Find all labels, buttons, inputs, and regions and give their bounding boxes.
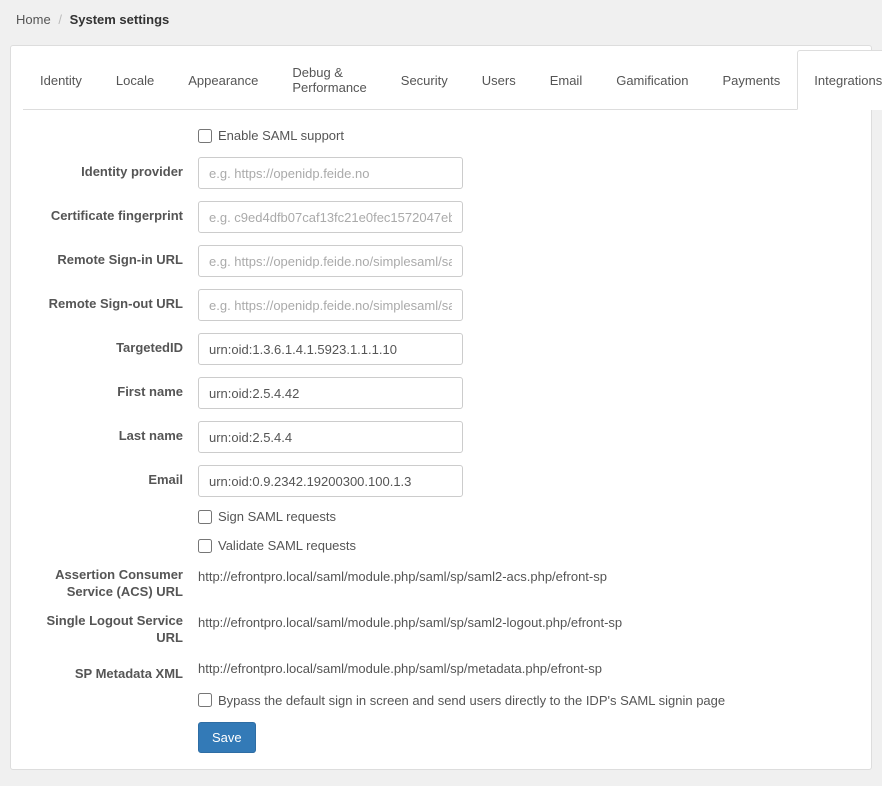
tab-payments[interactable]: Payments	[705, 50, 797, 110]
enable-saml-label: Enable SAML support	[218, 128, 344, 143]
tab-locale[interactable]: Locale	[99, 50, 171, 110]
tab-users[interactable]: Users	[465, 50, 533, 110]
breadcrumb-home[interactable]: Home	[16, 12, 51, 27]
signout-url-input[interactable]	[198, 289, 463, 321]
signin-url-input[interactable]	[198, 245, 463, 277]
sp-metadata-value: http://efrontpro.local/saml/module.php/s…	[198, 661, 602, 676]
email-input[interactable]	[198, 465, 463, 497]
acs-url-label: Assertion Consumer Service (ACS) URL	[23, 567, 198, 601]
save-button[interactable]: Save	[198, 722, 256, 753]
tabs-nav: Identity Locale Appearance Debug & Perfo…	[23, 46, 859, 110]
sign-requests-row[interactable]: Sign SAML requests	[198, 509, 859, 524]
cert-fp-input[interactable]	[198, 201, 463, 233]
cert-fp-label: Certificate fingerprint	[23, 201, 198, 223]
sign-requests-checkbox[interactable]	[198, 510, 212, 524]
tab-gamification[interactable]: Gamification	[599, 50, 705, 110]
tab-identity[interactable]: Identity	[23, 50, 99, 110]
first-name-label: First name	[23, 377, 198, 399]
tab-email[interactable]: Email	[533, 50, 600, 110]
idp-input[interactable]	[198, 157, 463, 189]
enable-saml-checkbox[interactable]	[198, 129, 212, 143]
validate-requests-row[interactable]: Validate SAML requests	[198, 538, 859, 553]
breadcrumb-sep: /	[58, 12, 62, 27]
validate-requests-checkbox[interactable]	[198, 539, 212, 553]
signout-url-label: Remote Sign-out URL	[23, 289, 198, 311]
breadcrumb: Home / System settings	[0, 0, 882, 39]
breadcrumb-current: System settings	[70, 12, 170, 27]
tab-appearance[interactable]: Appearance	[171, 50, 275, 110]
first-name-input[interactable]	[198, 377, 463, 409]
email-label: Email	[23, 465, 198, 487]
bypass-label: Bypass the default sign in screen and se…	[218, 693, 725, 708]
last-name-input[interactable]	[198, 421, 463, 453]
slo-url-value: http://efrontpro.local/saml/module.php/s…	[198, 615, 622, 630]
settings-panel: Identity Locale Appearance Debug & Perfo…	[10, 45, 872, 770]
tab-debug[interactable]: Debug & Performance	[275, 50, 383, 110]
sp-metadata-label: SP Metadata XML	[23, 659, 198, 681]
tab-security[interactable]: Security	[384, 50, 465, 110]
targeted-id-input[interactable]	[198, 333, 463, 365]
enable-saml-checkbox-row[interactable]: Enable SAML support	[198, 128, 859, 143]
bypass-row[interactable]: Bypass the default sign in screen and se…	[198, 693, 859, 708]
bypass-checkbox[interactable]	[198, 693, 212, 707]
signin-url-label: Remote Sign-in URL	[23, 245, 198, 267]
acs-url-value: http://efrontpro.local/saml/module.php/s…	[198, 569, 607, 584]
idp-label: Identity provider	[23, 157, 198, 179]
sign-requests-label: Sign SAML requests	[218, 509, 336, 524]
validate-requests-label: Validate SAML requests	[218, 538, 356, 553]
tab-integrations[interactable]: Integrations	[797, 50, 882, 110]
slo-url-label: Single Logout Service URL	[23, 613, 198, 647]
targeted-id-label: TargetedID	[23, 333, 198, 355]
last-name-label: Last name	[23, 421, 198, 443]
tab-integrations-label: Integrations	[814, 73, 882, 88]
